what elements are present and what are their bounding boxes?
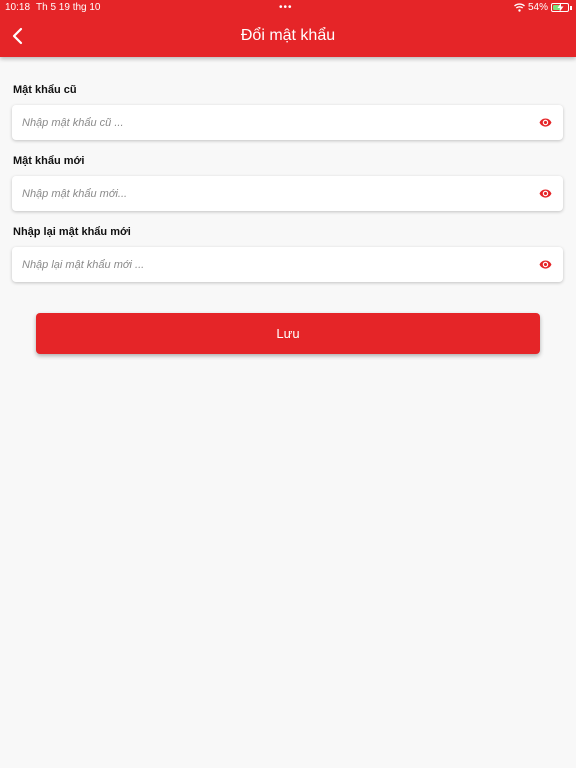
old-password-label: Mật khẩu cũ [13, 84, 77, 96]
charging-icon [557, 3, 564, 12]
status-time: 10:18 [5, 2, 31, 13]
app-header: 10:18 Th 5 19 thg 10 ••• 54% Đổi mật khẩ… [0, 0, 576, 57]
multitask-indicator[interactable]: ••• [279, 0, 293, 16]
confirm-password-field[interactable] [12, 247, 563, 282]
status-right-group: 54% [514, 2, 572, 13]
save-button[interactable]: Lưu [36, 313, 540, 354]
old-password-field[interactable] [12, 105, 563, 140]
wifi-icon [514, 3, 525, 12]
confirm-password-input[interactable] [22, 247, 522, 282]
battery-icon [551, 3, 569, 12]
new-password-input[interactable] [22, 176, 522, 211]
old-password-input[interactable] [22, 105, 522, 140]
eye-icon[interactable] [539, 187, 552, 200]
eye-icon[interactable] [539, 116, 552, 129]
status-date: Th 5 19 thg 10 [36, 2, 101, 13]
battery-tip [570, 5, 572, 10]
page-title: Đổi mật khẩu [240, 27, 336, 44]
confirm-password-label: Nhập lại mật khẩu mới [13, 226, 131, 238]
status-bar: 10:18 Th 5 19 thg 10 ••• 54% [0, 0, 576, 16]
new-password-label: Mật khẩu mới [13, 155, 85, 167]
eye-icon[interactable] [539, 258, 552, 271]
new-password-field[interactable] [12, 176, 563, 211]
battery-percent: 54% [527, 2, 548, 13]
